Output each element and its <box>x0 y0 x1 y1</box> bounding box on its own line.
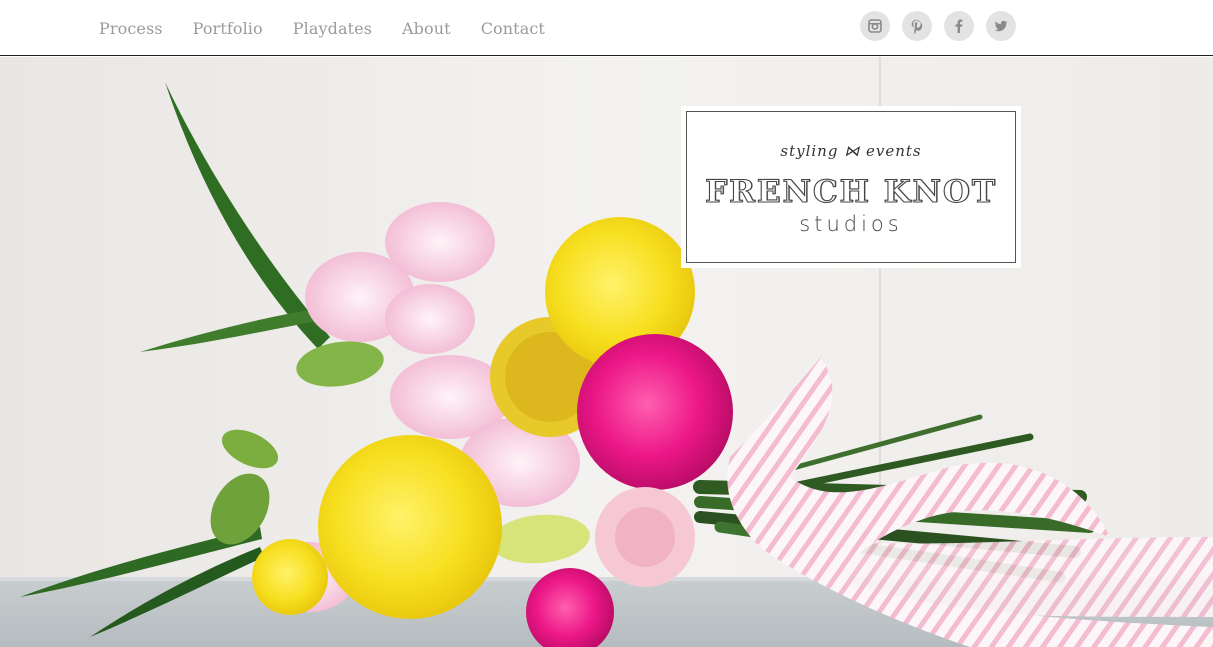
facebook-link[interactable] <box>944 11 974 41</box>
pinterest-link[interactable] <box>902 11 932 41</box>
instagram-icon <box>868 19 882 33</box>
twitter-link[interactable] <box>986 11 1016 41</box>
nav-link-playdates[interactable]: Playdates <box>293 19 372 38</box>
main-nav: Process Portfolio Playdates About Contac… <box>99 0 545 56</box>
brand-logo[interactable]: styling ⋈ events FRENCH KNOT studios <box>681 106 1021 268</box>
facebook-icon <box>955 19 963 33</box>
nav-link-about[interactable]: About <box>402 19 451 38</box>
instagram-link[interactable] <box>860 11 890 41</box>
logo-subtitle: studios <box>799 212 903 236</box>
nav-link-contact[interactable]: Contact <box>481 19 545 38</box>
hero-image <box>0 57 1213 647</box>
social-links <box>860 11 1016 41</box>
nav-link-portfolio[interactable]: Portfolio <box>193 19 263 38</box>
nav-link-process[interactable]: Process <box>99 19 163 38</box>
bouquet-photo <box>0 57 1213 647</box>
twitter-icon <box>994 20 1008 32</box>
logo-tagline: styling ⋈ events <box>780 142 922 160</box>
logo-brand-name: FRENCH KNOT <box>705 173 997 210</box>
pinterest-icon <box>911 19 923 34</box>
logo-frame: styling ⋈ events FRENCH KNOT studios <box>686 111 1016 263</box>
top-navigation-bar: Process Portfolio Playdates About Contac… <box>0 0 1213 56</box>
